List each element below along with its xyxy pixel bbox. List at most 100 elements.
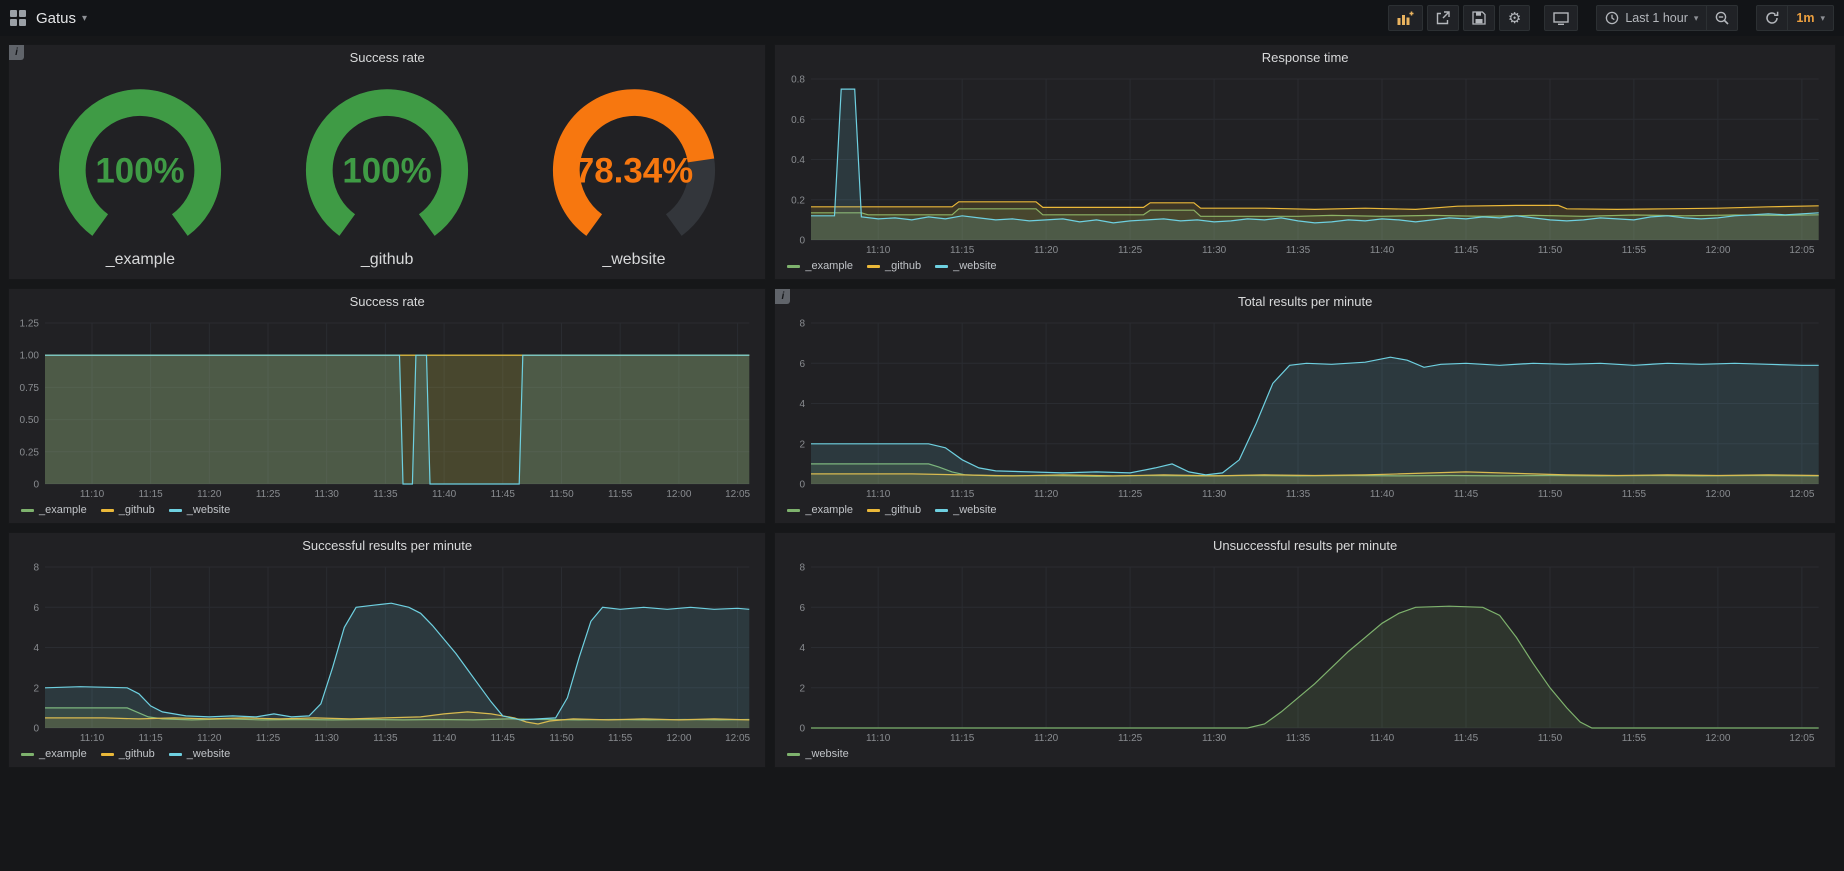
response-time-chart[interactable]: 00.20.40.60.811:1011:1511:2011:2511:3011…: [779, 70, 1831, 257]
svg-text:12:05: 12:05: [725, 733, 750, 744]
refresh-icon: [1765, 11, 1779, 25]
zoom-out-button[interactable]: [1706, 5, 1738, 31]
svg-text:0.6: 0.6: [791, 115, 805, 126]
svg-text:11:35: 11:35: [1286, 245, 1311, 256]
svg-text:11:35: 11:35: [373, 733, 398, 744]
total-results-chart[interactable]: 0246811:1011:1511:2011:2511:3011:3511:40…: [779, 314, 1831, 501]
legend-item-_website[interactable]: _website: [787, 748, 848, 760]
legend-item-_github[interactable]: _github: [867, 260, 921, 272]
svg-text:0: 0: [800, 480, 806, 491]
gauge-label: _example: [106, 251, 175, 269]
dashboard-title-dropdown[interactable]: Gatus ▾: [36, 10, 87, 27]
dashboard-grid-icon[interactable]: [10, 10, 26, 26]
svg-text:11:20: 11:20: [1034, 733, 1059, 744]
legend-item-_example[interactable]: _example: [21, 504, 87, 516]
legend-series-name: _website: [187, 504, 230, 516]
navbar: Gatus ▾ ⚙: [0, 0, 1844, 36]
svg-text:11:45: 11:45: [491, 489, 516, 500]
svg-text:11:45: 11:45: [491, 733, 516, 744]
chart-area: 0246811:1011:1511:2011:2511:3011:3511:40…: [775, 314, 1835, 501]
svg-text:0: 0: [800, 236, 806, 247]
panel-title[interactable]: Response time: [775, 45, 1835, 70]
svg-text:0.8: 0.8: [791, 75, 805, 86]
svg-text:2: 2: [800, 439, 806, 450]
add-panel-button[interactable]: [1388, 5, 1423, 31]
panel-title[interactable]: Success rate: [9, 289, 765, 314]
unsuccessful-results-chart[interactable]: 0246811:1011:1511:2011:2511:3011:3511:40…: [779, 558, 1831, 745]
svg-text:11:30: 11:30: [315, 733, 340, 744]
gauge-arc: 100%: [269, 80, 505, 248]
svg-text:12:00: 12:00: [666, 733, 691, 744]
legend-series-name: _github: [885, 504, 921, 516]
legend-item-_github[interactable]: _github: [867, 504, 921, 516]
svg-text:11:40: 11:40: [432, 733, 457, 744]
panel-title[interactable]: Total results per minute: [775, 289, 1835, 314]
svg-text:11:10: 11:10: [866, 489, 891, 500]
svg-text:11:10: 11:10: [80, 733, 105, 744]
successful-results-chart[interactable]: 0246811:1011:1511:2011:2511:3011:3511:40…: [13, 558, 761, 745]
svg-text:11:10: 11:10: [80, 489, 105, 500]
legend-color-swatch: [101, 753, 114, 756]
chart-legend: _example _github _website: [9, 745, 765, 767]
svg-text:11:25: 11:25: [256, 733, 281, 744]
legend-item-_website[interactable]: _website: [935, 260, 996, 272]
legend-item-_website[interactable]: _website: [169, 504, 230, 516]
legend-item-_website[interactable]: _website: [169, 748, 230, 760]
gauge-value: 78.34%: [575, 152, 693, 191]
time-picker-group: Last 1 hour ▾: [1592, 5, 1738, 31]
legend-series-name: _website: [953, 260, 996, 272]
legend-series-name: _example: [39, 748, 87, 760]
refresh-button[interactable]: [1756, 5, 1788, 31]
legend-color-swatch: [935, 265, 948, 268]
legend-item-_example[interactable]: _example: [787, 260, 853, 272]
svg-text:0: 0: [33, 480, 39, 491]
svg-text:11:50: 11:50: [1538, 245, 1563, 256]
gauge-row: 100%_example100%_github78.34%_website: [9, 70, 765, 279]
svg-text:12:00: 12:00: [1706, 489, 1731, 500]
svg-text:0.75: 0.75: [20, 383, 40, 394]
panel-info-icon[interactable]: i: [775, 289, 790, 304]
success-rate-chart[interactable]: 00.250.500.751.001.2511:1011:1511:2011:2…: [13, 314, 761, 501]
gauge-_website: 78.34%_website: [516, 80, 752, 268]
gauge-arc: 100%: [22, 80, 258, 248]
legend-color-swatch: [787, 509, 800, 512]
svg-text:1.00: 1.00: [20, 351, 40, 362]
svg-text:6: 6: [33, 603, 39, 614]
time-range-label: Last 1 hour: [1625, 11, 1688, 25]
svg-text:12:05: 12:05: [1790, 489, 1815, 500]
legend-item-_example[interactable]: _example: [21, 748, 87, 760]
legend-color-swatch: [867, 509, 880, 512]
legend-series-name: _example: [39, 504, 87, 516]
svg-text:11:25: 11:25: [1118, 489, 1143, 500]
panel-title[interactable]: Unsuccessful results per minute: [775, 533, 1835, 558]
svg-text:11:55: 11:55: [1622, 245, 1647, 256]
svg-text:12:00: 12:00: [666, 489, 691, 500]
legend-item-_github[interactable]: _github: [101, 748, 155, 760]
svg-text:11:40: 11:40: [1370, 489, 1395, 500]
cycle-view-mode-button[interactable]: [1544, 5, 1578, 31]
chart-area: 00.250.500.751.001.2511:1011:1511:2011:2…: [9, 314, 765, 501]
svg-text:11:35: 11:35: [1286, 489, 1311, 500]
legend-series-name: _github: [119, 504, 155, 516]
svg-text:11:30: 11:30: [1202, 489, 1227, 500]
legend-series-name: _website: [953, 504, 996, 516]
svg-text:12:00: 12:00: [1706, 245, 1731, 256]
dashboard-settings-button[interactable]: ⚙: [1499, 5, 1530, 31]
legend-series-name: _website: [805, 748, 848, 760]
share-dashboard-button[interactable]: [1427, 5, 1459, 31]
add-panel-icon: [1397, 11, 1414, 25]
svg-text:11:15: 11:15: [138, 489, 163, 500]
legend-item-_github[interactable]: _github: [101, 504, 155, 516]
chart-area: 0246811:1011:1511:2011:2511:3011:3511:40…: [9, 558, 765, 745]
panel-title[interactable]: Successful results per minute: [9, 533, 765, 558]
panel-title[interactable]: Success rate: [9, 45, 765, 70]
legend-item-_example[interactable]: _example: [787, 504, 853, 516]
time-range-button[interactable]: Last 1 hour ▾: [1596, 5, 1707, 31]
legend-item-_website[interactable]: _website: [935, 504, 996, 516]
panel-info-icon[interactable]: i: [9, 45, 24, 60]
save-dashboard-button[interactable]: [1463, 5, 1495, 31]
legend-color-swatch: [787, 753, 800, 756]
svg-text:11:15: 11:15: [138, 733, 163, 744]
refresh-interval-button[interactable]: 1m ▾: [1787, 5, 1834, 31]
caret-down-icon: ▾: [1694, 13, 1699, 24]
